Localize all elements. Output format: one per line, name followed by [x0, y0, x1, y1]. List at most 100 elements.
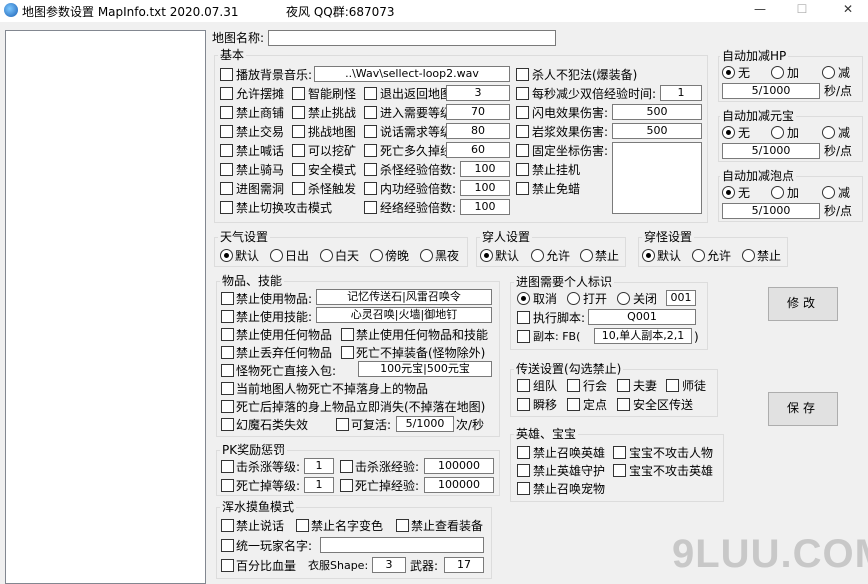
- enter-radio-close[interactable]: [617, 292, 630, 305]
- check-ban-candle-free[interactable]: [516, 182, 529, 195]
- check-ban-summon-pet[interactable]: [517, 482, 530, 495]
- check-fish-ban-name-color[interactable]: [296, 519, 309, 532]
- auto-point-input[interactable]: 5/1000: [722, 203, 820, 219]
- check-lava-damage[interactable]: [516, 125, 529, 138]
- input-enter-level[interactable]: 70: [446, 104, 510, 120]
- auto-hp-radio-none[interactable]: [722, 66, 735, 79]
- check-transfer-safezone[interactable]: [617, 398, 630, 411]
- check-kill-exp[interactable]: [340, 460, 353, 473]
- check-safe-mode[interactable]: [292, 163, 305, 176]
- check-transfer-team[interactable]: [517, 379, 530, 392]
- check-kill-trigger[interactable]: [292, 182, 305, 195]
- input-return-map[interactable]: 3: [446, 85, 510, 101]
- input-monster-to-pack[interactable]: 100元宝|500元宝: [358, 361, 492, 377]
- modify-button[interactable]: 修改: [768, 287, 838, 321]
- check-fixed-coord-damage[interactable]: [516, 144, 529, 157]
- enter-flag-input[interactable]: 001: [666, 290, 696, 306]
- check-ban-summon-hero[interactable]: [517, 446, 530, 459]
- check-monster-to-pack[interactable]: [221, 364, 234, 377]
- weather-radio-sunrise[interactable]: [270, 249, 283, 262]
- check-meridian-exp-rate[interactable]: [364, 201, 377, 214]
- check-return-map[interactable]: [364, 87, 377, 100]
- input-fish-weapon[interactable]: 17: [444, 557, 484, 573]
- check-kill-exp-rate[interactable]: [364, 163, 377, 176]
- auto-hp-radio-sub[interactable]: [822, 66, 835, 79]
- check-ban-autoplay[interactable]: [516, 163, 529, 176]
- check-ban-any-item-skill[interactable]: [341, 328, 354, 341]
- check-ban-shop[interactable]: [220, 106, 233, 119]
- check-lightning-damage[interactable]: [516, 106, 529, 119]
- auto-gold-radio-sub[interactable]: [822, 126, 835, 139]
- wear-radio-default[interactable]: [480, 249, 493, 262]
- check-challenge-map[interactable]: [292, 125, 305, 138]
- input-talk-level[interactable]: 80: [446, 123, 510, 139]
- check-fish-ban-talk[interactable]: [221, 519, 234, 532]
- check-pk-legal[interactable]: [516, 68, 529, 81]
- bg-music-checkbox[interactable]: [220, 68, 233, 81]
- check-no-drop-equip[interactable]: [341, 346, 354, 359]
- map-list[interactable]: [5, 30, 206, 584]
- input-fish-unified-name[interactable]: [320, 537, 484, 553]
- check-ban-any-item[interactable]: [221, 328, 234, 341]
- check-pet-no-attack-hero[interactable]: [613, 464, 626, 477]
- check-enter-level[interactable]: [364, 106, 377, 119]
- check-transfer-master[interactable]: [666, 379, 679, 392]
- bg-music-input[interactable]: ..\Wav\sellect-loop2.wav: [314, 66, 510, 82]
- input-death-offline[interactable]: 60: [446, 142, 510, 158]
- input-lightning-damage[interactable]: 500: [612, 104, 702, 120]
- check-can-mine[interactable]: [292, 144, 305, 157]
- check-drop-vanish[interactable]: [221, 400, 234, 413]
- wear-radio-allow[interactable]: [531, 249, 544, 262]
- auto-gold-radio-none[interactable]: [722, 126, 735, 139]
- wear-monster-radio-ban[interactable]: [742, 249, 755, 262]
- input-ban-use-skill[interactable]: 心灵召唤|火墙|御地钉: [316, 307, 492, 323]
- check-enter-hole[interactable]: [220, 182, 233, 195]
- check-talk-level[interactable]: [364, 125, 377, 138]
- check-exec-script[interactable]: [517, 311, 530, 324]
- weather-radio-night[interactable]: [420, 249, 433, 262]
- enter-radio-cancel[interactable]: [517, 292, 530, 305]
- map-name-input[interactable]: [268, 30, 556, 46]
- input-ban-use-item[interactable]: 记忆传送石|风雷召唤令: [316, 289, 492, 305]
- check-fish-unified-name[interactable]: [221, 539, 234, 552]
- input-instance[interactable]: 10,单人副本,2,1: [594, 328, 692, 344]
- fixed-coord-textarea[interactable]: [612, 142, 702, 214]
- weather-radio-default[interactable]: [220, 249, 233, 262]
- input-kill-exp-rate[interactable]: 100: [460, 161, 510, 177]
- input-die-level[interactable]: 1: [304, 477, 334, 493]
- wear-monster-radio-default[interactable]: [642, 249, 655, 262]
- check-pet-no-attack-player[interactable]: [613, 446, 626, 459]
- input-kill-exp[interactable]: 100000: [424, 458, 494, 474]
- check-ban-use-item[interactable]: [221, 292, 234, 305]
- input-inner-exp-rate[interactable]: 100: [460, 180, 510, 196]
- weather-radio-dusk[interactable]: [370, 249, 383, 262]
- maximize-button[interactable]: ☐: [792, 2, 812, 16]
- input-meridian-exp-rate[interactable]: 100: [460, 199, 510, 215]
- check-die-level[interactable]: [221, 479, 234, 492]
- input-kill-level[interactable]: 1: [304, 458, 334, 474]
- check-fish-ban-view-equip[interactable]: [396, 519, 409, 532]
- input-lava-damage[interactable]: 500: [612, 123, 702, 139]
- check-ban-shout[interactable]: [220, 144, 233, 157]
- check-ban-ride[interactable]: [220, 163, 233, 176]
- check-ban-drop-any[interactable]: [221, 346, 234, 359]
- auto-point-radio-none[interactable]: [722, 186, 735, 199]
- check-kill-level[interactable]: [221, 460, 234, 473]
- weather-radio-day[interactable]: [320, 249, 333, 262]
- check-fish-percent-hp[interactable]: [221, 559, 234, 572]
- check-transfer-fixed[interactable]: [567, 398, 580, 411]
- wear-monster-radio-allow[interactable]: [692, 249, 705, 262]
- input-revive[interactable]: 5/1000: [396, 416, 454, 432]
- check-magic-stone-invalid[interactable]: [221, 418, 234, 431]
- auto-point-radio-sub[interactable]: [822, 186, 835, 199]
- check-transfer-guild[interactable]: [567, 379, 580, 392]
- minimize-button[interactable]: —: [750, 2, 770, 16]
- save-button[interactable]: 保存: [768, 392, 838, 426]
- check-ban-challenge[interactable]: [292, 106, 305, 119]
- check-inner-exp-rate[interactable]: [364, 182, 377, 195]
- check-revive[interactable]: [336, 418, 349, 431]
- enter-radio-open[interactable]: [567, 292, 580, 305]
- check-current-map-no-drop[interactable]: [221, 382, 234, 395]
- auto-gold-input[interactable]: 5/1000: [722, 143, 820, 159]
- input-exec-script[interactable]: Q001: [588, 309, 696, 325]
